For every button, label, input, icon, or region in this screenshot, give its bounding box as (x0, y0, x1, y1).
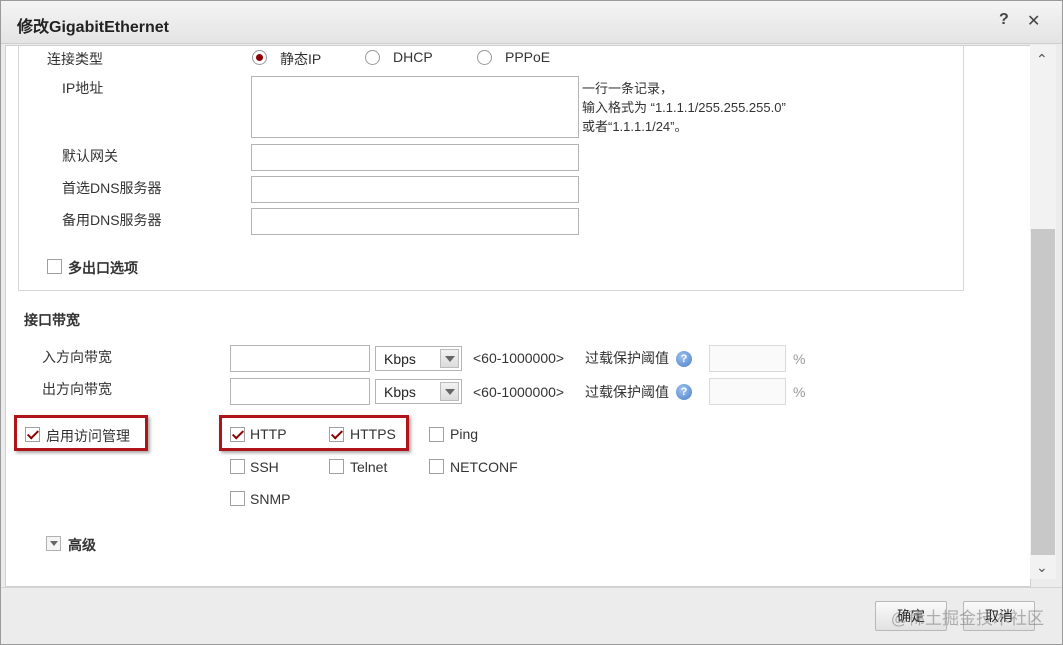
radio-dhcp[interactable] (365, 50, 380, 65)
inbound-bandwidth-label: 入方向带宽 (42, 349, 112, 365)
inbound-percent-unit: % (793, 351, 806, 367)
dialog-footer: 确定 取消 @稀土掘金技术社区 (1, 587, 1062, 644)
secondary-dns-input[interactable] (251, 208, 579, 235)
connection-type-label: 连接类型 (47, 51, 103, 67)
https-checkbox[interactable] (329, 427, 344, 442)
outbound-overload-label: 过载保护阈值 (585, 384, 669, 400)
inbound-unit-select[interactable]: Kbps (375, 346, 462, 371)
ip-hint-line-1: 一行一条记录， (582, 81, 674, 96)
inbound-unit-value: Kbps (384, 351, 416, 367)
inbound-range-hint: <60-1000000> (473, 350, 565, 366)
ip-hint-line-2: 输入格式为 “1.1.1.1/255.255.255.0” (582, 100, 786, 115)
outbound-bandwidth-label: 出方向带宽 (42, 381, 112, 397)
dialog-titlebar: 修改GigabitEthernet ? ✕ (1, 1, 1062, 44)
radio-pppoe-label: PPPoE (505, 49, 551, 65)
outbound-bandwidth-input[interactable] (230, 378, 370, 405)
ip-address-textarea[interactable] (251, 76, 579, 138)
inbound-bandwidth-input[interactable] (230, 345, 370, 372)
gateway-label: 默认网关 (62, 148, 118, 164)
ip-format-hint: 一行一条记录， 输入格式为 “1.1.1.1/255.255.255.0” 或者… (582, 79, 786, 136)
telnet-checkbox[interactable] (329, 459, 344, 474)
netconf-label: NETCONF (450, 459, 518, 475)
ip-hint-line-3: 或者“1.1.1.1/24”。 (582, 119, 688, 134)
inbound-overload-input[interactable] (709, 345, 786, 372)
multi-exit-checkbox[interactable] (47, 259, 62, 274)
outbound-range-hint: <60-1000000> (473, 384, 565, 400)
ping-label: Ping (450, 426, 479, 442)
advanced-toggle-label[interactable]: 高级 (68, 535, 96, 555)
chevron-down-icon[interactable] (440, 382, 459, 401)
https-label: HTTPS (350, 426, 396, 442)
telnet-label: Telnet (350, 459, 388, 475)
ssh-checkbox[interactable] (230, 459, 245, 474)
scroll-up-icon[interactable]: ⌃ (1036, 52, 1048, 66)
help-icon[interactable]: ? (676, 351, 692, 367)
enable-access-checkbox[interactable] (25, 427, 40, 442)
primary-dns-input[interactable] (251, 176, 579, 203)
outbound-overload-input[interactable] (709, 378, 786, 405)
ip-address-label: IP地址 (62, 80, 104, 96)
radio-pppoe[interactable] (477, 50, 492, 65)
multi-exit-label: 多出口选项 (68, 260, 138, 276)
gateway-input[interactable] (251, 144, 579, 171)
dialog-title: 修改GigabitEthernet (17, 19, 170, 36)
secondary-dns-label: 备用DNS服务器 (62, 212, 162, 228)
radio-static-ip-label: 静态IP (280, 51, 322, 67)
radio-dhcp-label: DHCP (393, 49, 433, 65)
dialog-content: 连接类型 静态IP DHCP PPPoE IP地址 一行一条记录， 输入格式为 … (5, 45, 1031, 587)
outbound-percent-unit: % (793, 384, 806, 400)
snmp-checkbox[interactable] (230, 491, 245, 506)
snmp-label: SNMP (250, 491, 291, 507)
watermark: @稀土掘金技术社区 (890, 609, 1044, 628)
scrollbar-thumb[interactable] (1031, 229, 1055, 555)
radio-static-ip[interactable] (252, 50, 267, 65)
ping-checkbox[interactable] (429, 427, 444, 442)
help-icon[interactable]: ? (999, 11, 1009, 29)
scroll-down-icon[interactable]: ⌄ (1036, 560, 1048, 574)
chevron-down-icon[interactable] (440, 349, 459, 368)
outbound-unit-select[interactable]: Kbps (375, 379, 462, 404)
ssh-label: SSH (250, 459, 279, 475)
advanced-expand-icon[interactable] (46, 536, 61, 551)
modify-interface-dialog: 修改GigabitEthernet ? ✕ 连接类型 静态IP DHCP PPP… (0, 0, 1063, 645)
primary-dns-label: 首选DNS服务器 (62, 180, 162, 196)
netconf-checkbox[interactable] (429, 459, 444, 474)
content-scrollbar[interactable]: ⌃ ⌄ (1030, 45, 1056, 579)
help-icon[interactable]: ? (676, 384, 692, 400)
inbound-overload-label: 过载保护阈值 (585, 350, 669, 366)
bandwidth-section-title: 接口带宽 (24, 312, 80, 328)
http-checkbox[interactable] (230, 427, 245, 442)
close-icon[interactable]: ✕ (1027, 11, 1040, 31)
http-label: HTTP (250, 426, 287, 442)
outbound-unit-value: Kbps (384, 384, 416, 400)
enable-access-label: 启用访问管理 (46, 428, 130, 444)
